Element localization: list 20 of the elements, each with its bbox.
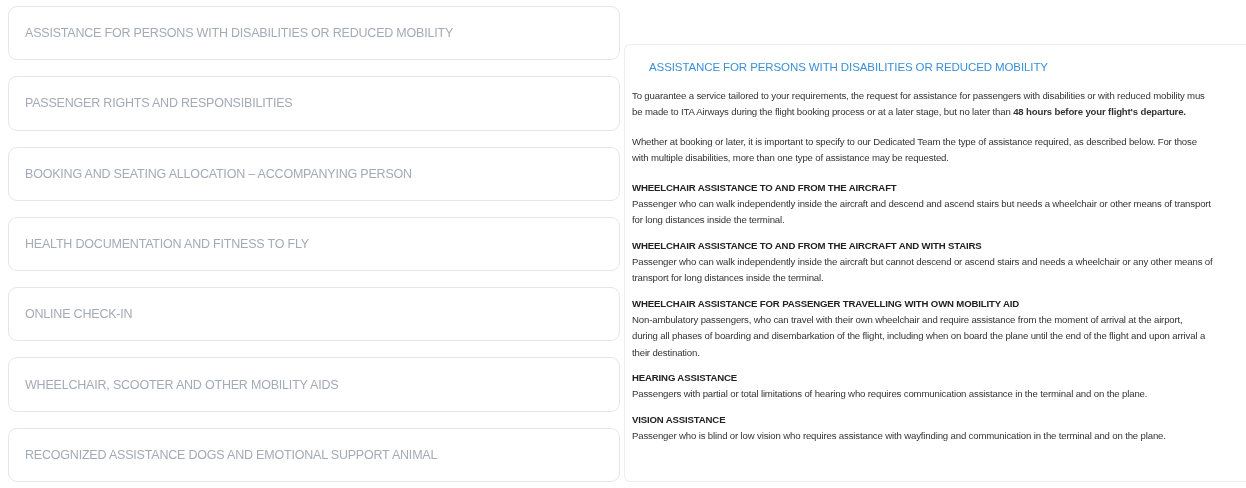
content-title: ASSISTANCE FOR PERSONS WITH DISABILITIES OR REDUCED MOBILITY	[649, 60, 1049, 75]
paragraph: Whether at booking or later, it is important to specify to our Dedicated Team the type of assistance required, as described below. For those with multiple disabilities, more than one type of assistance may be requested.	[632, 134, 1198, 165]
faq-item[interactable]: PASSENGER RIGHTS AND RESPONSIBILITIES	[8, 76, 620, 131]
section-heading: HEARING ASSISTANCE	[632, 371, 738, 385]
paragraph: Passengers with partial or total limitations of hearing who requires communication assistance in the terminal and on the plane.	[632, 387, 1149, 401]
paragraph: To guarantee a service tailored to your requirements, the request for assistance for passengers with disabilities or with reduced mobility mus be made to ITA Airways during the flight booking process or at a later stage, but no later than 48 hours before your flight's departure.	[632, 88, 1206, 119]
faq-item[interactable]: WHEELCHAIR, SCOOTER AND OTHER MOBILITY AIDS	[8, 357, 620, 412]
section-heading: WHEELCHAIR ASSISTANCE FOR PASSENGER TRAVELLING WITH OWN MOBILITY AID	[632, 296, 1021, 311]
faq-item[interactable]: ONLINE CHECK-IN	[8, 287, 620, 342]
section-heading: VISION ASSISTANCE	[632, 412, 727, 427]
paragraph: Passenger who can walk independently inside the aircraft but cannot descend or ascend stairs and needs a wheelchair or any other means of transport for long distances inside the terminal.	[632, 254, 1214, 285]
section-heading: WHEELCHAIR ASSISTANCE TO AND FROM THE AIRCRAFT AND WITH STAIRS	[632, 238, 983, 253]
paragraph: Passenger who can walk independently inside the aircraft and descend and ascend stairs but needs a wheelchair or other means of transport for long distances inside the terminal.	[632, 196, 1212, 227]
section-heading: WHEELCHAIR ASSISTANCE TO AND FROM THE AIRCRAFT	[632, 180, 898, 195]
paragraph: Non-ambulatory passengers, who can travel with their own wheelchair and require assistance from the moment of arrival at the airport, during all phases of boarding and disembarkation of the flight, including when on board the plane until the end of the flight and upon arrival a their destination.	[632, 312, 1207, 360]
faq-item[interactable]: BOOKING AND SEATING ALLOCATION – ACCOMPANYING PERSON	[8, 146, 620, 201]
faq-item[interactable]: ASSISTANCE FOR PERSONS WITH DISABILITIES OR REDUCED MOBILITY	[8, 6, 620, 61]
paragraph: Passenger who is blind or low vision who requires assistance with wayfinding and communication in the terminal and on the plane.	[632, 428, 1167, 443]
faq-item[interactable]: HEALTH DOCUMENTATION AND FITNESS TO FLY	[8, 216, 620, 272]
faq-item[interactable]: RECOGNIZED ASSISTANCE DOGS AND EMOTIONAL SUPPORT ANIMAL	[8, 427, 620, 482]
